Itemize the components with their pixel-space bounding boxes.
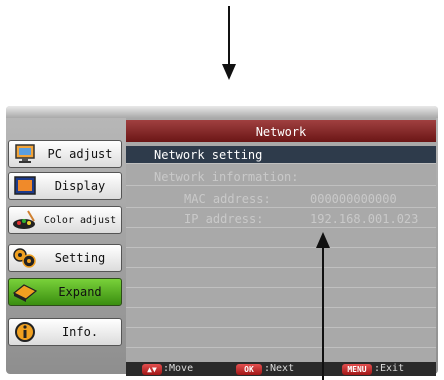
ip-address-value: 192.168.001.023 bbox=[310, 212, 419, 226]
menu-row-network-information: Network information: bbox=[126, 168, 436, 186]
panel-title: Network bbox=[126, 120, 436, 142]
menu-key-badge: MENU bbox=[342, 364, 372, 375]
row-label: Network setting bbox=[154, 148, 263, 162]
sidebar-item-label: Expand bbox=[58, 285, 102, 299]
monitor-icon bbox=[11, 141, 39, 167]
menu-frame-bevel bbox=[6, 106, 438, 118]
empty-row bbox=[126, 270, 436, 288]
mac-address-value: 000000000000 bbox=[310, 192, 397, 206]
gears-icon bbox=[11, 245, 39, 271]
palette-icon bbox=[11, 207, 39, 233]
sidebar-item-label: Color adjust bbox=[43, 214, 117, 226]
row-label: Network information: bbox=[154, 170, 299, 184]
sidebar-item-setting[interactable]: Setting bbox=[8, 244, 122, 272]
row-label: IP address: bbox=[184, 212, 264, 226]
arrow-head bbox=[316, 232, 330, 248]
row-label: MAC address: bbox=[184, 192, 271, 206]
sidebar-item-label: Info. bbox=[61, 325, 99, 339]
menu-row-network-setting[interactable]: Network setting bbox=[126, 146, 436, 164]
empty-row bbox=[126, 250, 436, 268]
menu-row-ip-address: IP address: 192.168.001.023 bbox=[126, 210, 436, 228]
sidebar-item-label: Setting bbox=[54, 251, 106, 265]
empty-row bbox=[126, 310, 436, 328]
empty-row bbox=[126, 230, 436, 248]
next-label: :Next bbox=[264, 363, 295, 374]
ok-key-badge: OK bbox=[236, 364, 262, 375]
arrow-head bbox=[222, 64, 236, 80]
display-icon bbox=[11, 173, 39, 199]
move-label: :Move bbox=[163, 363, 194, 374]
sidebar-item-label: Display bbox=[54, 179, 106, 193]
sidebar-item-display[interactable]: Display bbox=[8, 172, 122, 200]
arrow-line bbox=[322, 244, 324, 380]
sidebar-item-expand[interactable]: Expand bbox=[8, 278, 122, 306]
sidebar-item-pc-adjust[interactable]: PC adjust bbox=[8, 140, 122, 168]
arrow-line bbox=[228, 6, 230, 66]
sidebar-item-color-adjust[interactable]: Color adjust bbox=[8, 206, 122, 234]
exit-label: :Exit bbox=[374, 363, 405, 374]
empty-row bbox=[126, 290, 436, 308]
sidebar-item-label: PC adjust bbox=[47, 147, 113, 161]
menu-row-mac-address: MAC address: 000000000000 bbox=[126, 190, 436, 208]
expand-icon bbox=[11, 279, 39, 305]
sidebar-item-info[interactable]: Info. bbox=[8, 318, 122, 346]
move-key-badge: ▲▼ bbox=[142, 364, 162, 375]
info-icon bbox=[11, 319, 39, 345]
empty-row bbox=[126, 330, 436, 348]
